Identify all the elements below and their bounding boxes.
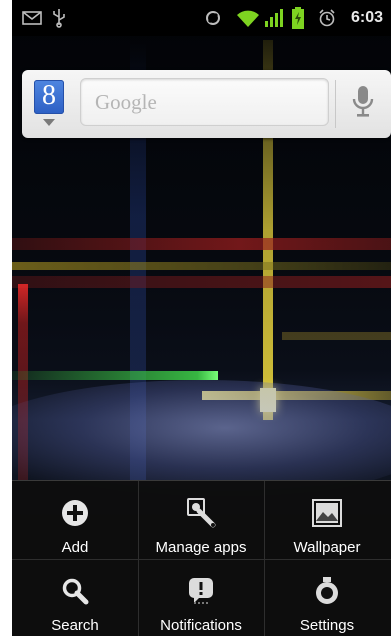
menu-item-label: Settings — [299, 617, 355, 634]
notifications-icon — [185, 575, 217, 607]
search-divider — [335, 80, 336, 128]
phone-screen: 6:03 8 Google Add Manage apps Wallpaper … — [12, 0, 391, 636]
menu-item-notifications[interactable]: Notifications — [138, 559, 264, 636]
google-logo-button[interactable]: 8 — [34, 80, 64, 114]
wallpaper-streak-yellow-horizontal — [12, 262, 391, 270]
menu-item-label: Search — [51, 617, 99, 634]
menu-item-label: Notifications — [160, 617, 242, 634]
sync-icon — [204, 0, 222, 36]
menu-item-add[interactable]: Add — [12, 481, 138, 558]
signal-icon — [264, 0, 284, 36]
wallpaper-streak-yellow-right — [282, 332, 391, 340]
wallpaper-streak-red-horizontal — [12, 238, 391, 250]
menu-item-label: Add — [61, 539, 89, 556]
microphone-icon — [352, 86, 374, 117]
search-icon — [59, 575, 91, 607]
wallpaper-streak-red-horizontal-2 — [12, 276, 391, 288]
menu-item-search[interactable]: Search — [12, 559, 138, 636]
battery-charging-icon — [292, 0, 304, 36]
wifi-icon — [236, 0, 260, 36]
wallpaper-streak-green-horizontal — [12, 371, 218, 380]
google-search-widget[interactable]: 8 Google — [22, 70, 391, 138]
menu-item-label: Wallpaper — [293, 539, 361, 556]
wallpaper-icon — [311, 497, 343, 529]
gmail-icon — [22, 0, 42, 36]
settings-icon — [311, 575, 343, 607]
add-icon — [59, 497, 91, 529]
voice-search-button[interactable] — [342, 78, 384, 126]
manage-apps-icon — [185, 497, 217, 529]
options-menu: Add Manage apps Wallpaper Search Notific… — [12, 480, 391, 636]
alarm-icon — [318, 0, 336, 36]
menu-item-settings[interactable]: Settings — [264, 559, 390, 636]
status-bar: 6:03 — [12, 0, 391, 36]
menu-item-label: Manage apps — [155, 539, 247, 556]
chevron-down-icon[interactable] — [43, 119, 55, 126]
usb-icon — [52, 0, 66, 36]
menu-item-manage-apps[interactable]: Manage apps — [138, 481, 264, 558]
search-input[interactable]: Google — [80, 78, 329, 126]
menu-item-wallpaper[interactable]: Wallpaper — [264, 481, 390, 558]
status-clock: 6:03 — [350, 9, 383, 26]
